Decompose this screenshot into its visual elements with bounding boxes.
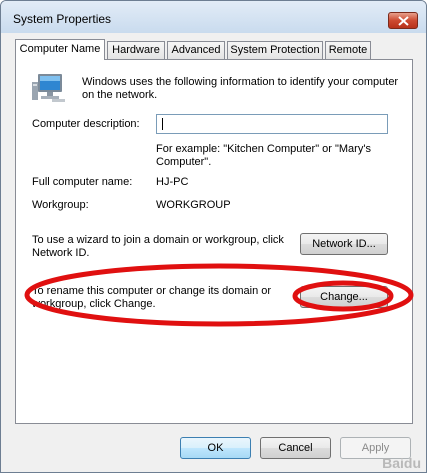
network-id-text-line1: To use a wizard to join a domain or work… [32,234,284,246]
change-text-line1: To rename this computer or change its do… [32,285,272,297]
workgroup-value: WORKGROUP [156,199,231,211]
tab-system-protection[interactable]: System Protection [227,41,323,59]
full-computer-name-value: HJ-PC [156,176,189,188]
change-button[interactable]: Change... [300,286,388,308]
watermark-logo: Baidu [382,455,421,471]
example-text-line2: Computer". [156,156,212,168]
text-caret [162,118,163,130]
intro-text-line1: Windows uses the following information t… [82,76,399,88]
intro-text-line2: on the network. [82,89,158,101]
close-icon [398,16,409,26]
title-bar[interactable]: System Properties [1,1,426,33]
cancel-button[interactable]: Cancel [260,437,331,459]
computer-description-label: Computer description: [32,118,140,130]
workgroup-label: Workgroup: [32,199,89,211]
tab-remote[interactable]: Remote [325,41,371,59]
tab-computer-name[interactable]: Computer Name [15,39,105,60]
computer-icon [32,74,65,102]
full-computer-name-label: Full computer name: [32,176,133,188]
change-text-line2: workgroup, click Change. [32,298,156,310]
window-title: System Properties [13,12,112,26]
tab-advanced[interactable]: Advanced [167,41,225,59]
network-id-button[interactable]: Network ID... [300,233,388,255]
example-text-line1: For example: "Kitchen Computer" or "Mary… [156,143,371,155]
system-properties-window: System Properties Computer Name Hardware… [0,0,427,473]
ok-button[interactable]: OK [180,437,251,459]
computer-description-input[interactable] [156,114,388,134]
tab-hardware[interactable]: Hardware [107,41,165,59]
close-button[interactable] [388,12,418,29]
network-id-text-line2: Network ID. [32,247,90,259]
computer-name-panel: Windows uses the following information t… [15,59,413,424]
